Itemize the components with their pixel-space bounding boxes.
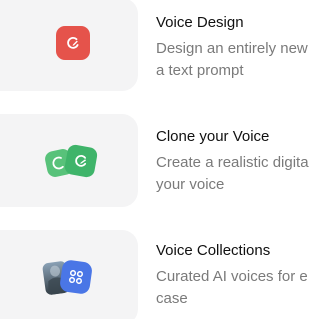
voice-design-tile[interactable] (0, 0, 138, 91)
clone-voice-description: Create a realistic digita your voice (156, 152, 316, 196)
voice-collections-desc-line1: Curated AI voices for e (156, 268, 308, 285)
voice-collections-card[interactable]: Voice Collections Curated AI voices for … (0, 228, 309, 319)
voice-collections-title: Voice Collections (156, 242, 271, 259)
voice-design-icon (56, 26, 90, 60)
voice-design-desc-line2: a text prompt (156, 62, 244, 79)
grid-icon (58, 259, 94, 295)
voice-design-title: Voice Design (156, 14, 244, 31)
clone-voice-icon (43, 143, 106, 180)
clone-voice-tile[interactable] (0, 114, 138, 207)
clone-voice-title: Clone your Voice (156, 128, 270, 145)
voice-collections-desc-line2: case (156, 290, 188, 307)
clone-voice-desc-line1: Create a realistic digita (156, 154, 309, 171)
clone-voice-desc-line2: your voice (156, 176, 225, 193)
voice-design-description: Design an entirely new a text prompt (156, 38, 316, 82)
voice-options-list: Voice Design Design an entirely new a te… (0, 0, 309, 319)
voice-design-desc-line1: Design an entirely new (156, 40, 308, 57)
voice-collections-icon (41, 258, 104, 298)
clone-voice-card[interactable]: Clone your Voice Create a realistic digi… (0, 114, 309, 207)
voice-design-card[interactable]: Voice Design Design an entirely new a te… (0, 0, 309, 91)
voice-collections-tile[interactable] (0, 230, 138, 319)
clone-voice-front-shape (63, 143, 99, 179)
voice-collections-description: Curated AI voices for e case (156, 266, 316, 310)
